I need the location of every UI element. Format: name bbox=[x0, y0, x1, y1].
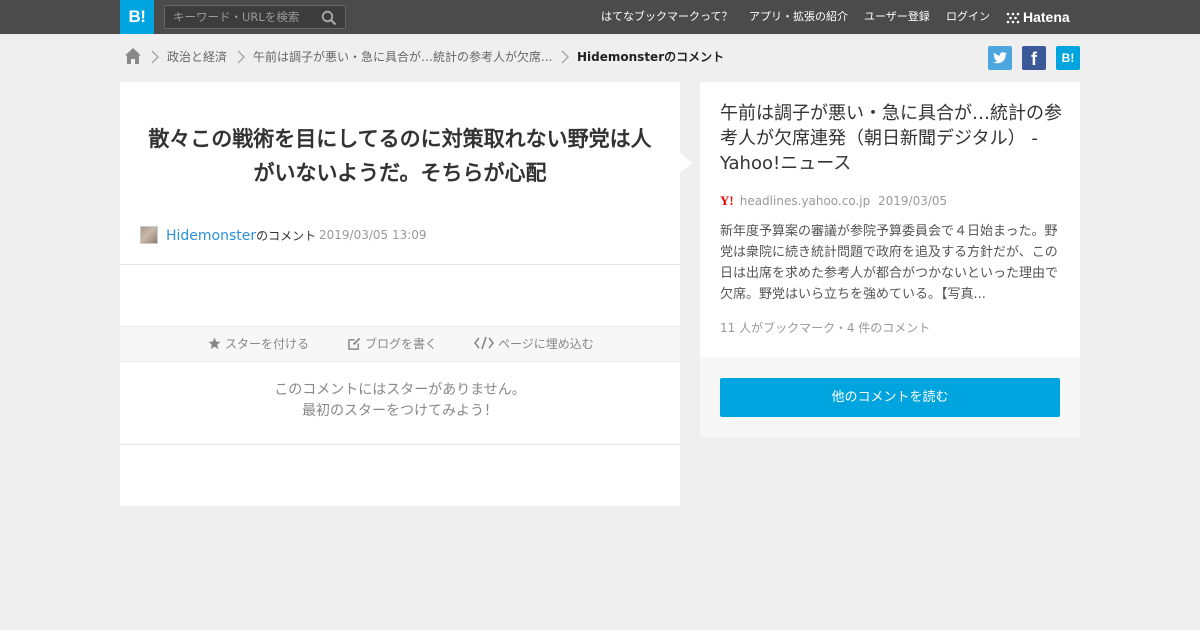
nav-login[interactable]: ログイン bbox=[946, 0, 990, 34]
code-icon bbox=[473, 336, 495, 350]
entry-panel: 午前は調子が悪い・急に具合が…統計の参考人が欠席連発（朝日新聞デジタル） - Y… bbox=[700, 82, 1080, 437]
entry-domain: headlines.yahoo.co.jp bbox=[739, 194, 871, 208]
entry-title-link[interactable]: 午前は調子が悪い・急に具合が…統計の参考人が欠席連発（朝日新聞デジタル） - Y… bbox=[720, 101, 1065, 176]
home-icon[interactable] bbox=[124, 47, 142, 65]
card-pointer bbox=[680, 153, 692, 173]
comment-card: 散々この戦術を目にしてるのに対策取れない野党は人がいないようだ。そちらが心配 H… bbox=[120, 82, 680, 506]
nav-register[interactable]: ユーザー登録 bbox=[864, 0, 930, 34]
chevron-right-icon bbox=[561, 50, 570, 64]
twitter-icon bbox=[993, 52, 1007, 64]
entry-source[interactable]: Y! headlines.yahoo.co.jp bbox=[720, 192, 870, 210]
entry-date: 2019/03/05 bbox=[878, 194, 948, 208]
entry-info: 午前は調子が悪い・急に具合が…統計の参考人が欠席連発（朝日新聞デジタル） - Y… bbox=[700, 82, 1080, 357]
no-star-message: このコメントにはスターがありません。 最初のスターをつけてみよう！ bbox=[120, 380, 680, 422]
hatena-brand[interactable]: Hatena bbox=[1006, 0, 1070, 34]
no-star-line-2: 最初のスターをつけてみよう！ bbox=[302, 403, 498, 419]
chevron-right-icon bbox=[151, 50, 160, 64]
embed-button[interactable]: ページに埋め込む bbox=[473, 327, 594, 361]
comment-author: Hidemonsterのコメント bbox=[166, 224, 316, 246]
comment-text: 散々この戦術を目にしてるのに対策取れない野党は人がいないようだ。そちらが心配 bbox=[148, 127, 652, 185]
nav-about[interactable]: はてなブックマークって？ bbox=[601, 0, 732, 34]
add-star-button[interactable]: スターを付ける bbox=[208, 327, 309, 361]
search-icon[interactable] bbox=[321, 10, 337, 26]
avatar[interactable] bbox=[140, 226, 158, 244]
breadcrumb-category[interactable]: 政治と経済 bbox=[167, 46, 227, 68]
star-icon bbox=[208, 337, 221, 350]
add-star-label: スターを付ける bbox=[225, 337, 310, 351]
hatena-bookmark-logo[interactable]: B! bbox=[120, 0, 154, 34]
entry-meta[interactable]: 11 人がブックマーク・4 件のコメント bbox=[720, 319, 930, 336]
divider bbox=[120, 444, 680, 445]
chevron-right-icon bbox=[237, 50, 246, 64]
hatena-dots-icon bbox=[1006, 12, 1020, 24]
no-star-line-1: このコメントにはスターがありません。 bbox=[274, 382, 526, 398]
write-blog-label: ブログを書く bbox=[365, 337, 438, 351]
yahoo-favicon-icon: Y! bbox=[720, 193, 734, 208]
hatena-bookmark-icon: B! bbox=[1061, 51, 1075, 65]
search-input[interactable] bbox=[165, 6, 315, 28]
facebook-icon: f bbox=[1031, 49, 1037, 69]
edit-icon bbox=[348, 337, 361, 350]
comment-date[interactable]: 2019/03/05 13:09 bbox=[319, 224, 427, 246]
write-blog-button[interactable]: ブログを書く bbox=[348, 327, 437, 361]
entry-summary: 新年度予算案の審議が参院予算委員会で４日始まった。野党は衆院に続き統計問題で政府… bbox=[720, 224, 1059, 302]
breadcrumb-current: Hidemonsterのコメント bbox=[577, 50, 725, 64]
user-name-link[interactable]: Hidemonster bbox=[166, 228, 256, 244]
read-other-comments-button[interactable]: 他のコメントを読む bbox=[720, 378, 1060, 417]
user-suffix: のコメント bbox=[256, 229, 317, 243]
top-bar: B! はてなブックマークって？ アプリ・拡張の紹介 ユーザー登録 ログイン Ha… bbox=[0, 0, 1200, 34]
search-box bbox=[164, 5, 346, 29]
nav-apps[interactable]: アプリ・拡張の紹介 bbox=[749, 0, 848, 34]
facebook-share-button[interactable]: f bbox=[1022, 46, 1046, 70]
embed-label: ページに埋め込む bbox=[498, 337, 594, 351]
divider bbox=[120, 264, 680, 265]
twitter-share-button[interactable] bbox=[988, 46, 1012, 70]
breadcrumb-entry[interactable]: 午前は調子が悪い・急に具合が…統計の参考人が欠席... bbox=[253, 46, 552, 68]
hatena-bookmark-share-button[interactable]: B! bbox=[1056, 46, 1080, 70]
comment-actions: スターを付ける ブログを書く ページに埋め込む bbox=[120, 326, 680, 362]
hatena-brand-label: Hatena bbox=[1023, 9, 1070, 25]
